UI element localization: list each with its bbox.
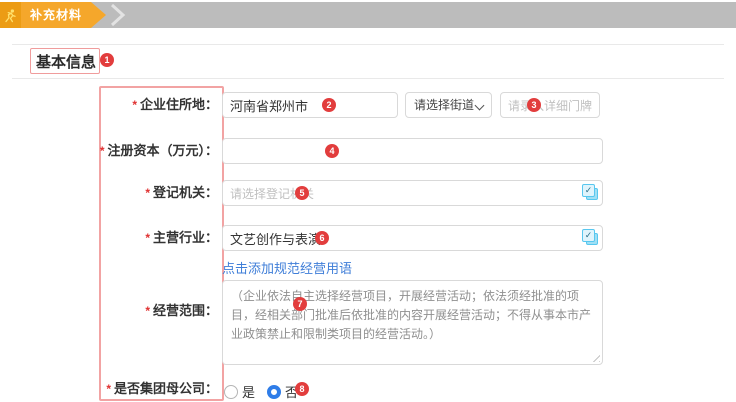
annotation-badge-3: 3 (527, 98, 541, 112)
label-registered-capital: *注册资本（万元）： (100, 138, 218, 164)
address-city-input[interactable] (222, 92, 398, 118)
picker-icon[interactable]: ✓ (582, 229, 599, 246)
annotation-badge-5: 5 (295, 186, 309, 200)
page: 补充材料 基本信息 1 *企业住所地： 2 请选择街道 3 *注册资本（万元）：… (0, 0, 736, 402)
annotation-badge-2: 2 (322, 98, 336, 112)
annotation-badge-7: 7 (293, 297, 307, 311)
chevron-right-icon (0, 2, 736, 28)
address-detail-input[interactable] (500, 92, 600, 118)
business-scope-textarea[interactable]: （企业依法自主选择经营项目，开展经营活动；依法须经批准的项目，经相关部门批准后依… (222, 280, 603, 365)
step-progress-bar: 补充材料 (0, 2, 736, 28)
annotation-badge-1: 1 (100, 53, 114, 67)
radio-yes-label[interactable]: 是 (242, 382, 255, 401)
label-enterprise-address: *企业住所地： (132, 92, 218, 118)
label-registration-authority: *登记机关： (145, 180, 218, 206)
label-business-scope: *经营范围： (145, 298, 218, 324)
radio-no[interactable] (267, 385, 281, 399)
required-asterisk: * (145, 231, 150, 245)
label-group-parent: *是否集团母公司： (106, 376, 218, 402)
registered-capital-input[interactable] (222, 138, 603, 164)
section-title: 基本信息 (36, 51, 96, 72)
required-asterisk: * (132, 98, 137, 112)
annotation-badge-4: 4 (325, 144, 339, 158)
street-select[interactable]: 请选择街道 (405, 92, 492, 118)
label-main-industry: *主营行业： (145, 225, 218, 251)
registration-authority-input[interactable] (222, 180, 603, 206)
radio-yes[interactable] (224, 385, 238, 399)
add-standard-terms-link[interactable]: 点击添加规范经营用语 (222, 258, 352, 277)
section-divider (12, 78, 724, 79)
panel-top-border (12, 44, 724, 45)
required-asterisk: * (100, 144, 105, 158)
picker-icon[interactable]: ✓ (582, 184, 599, 201)
street-select-value: 请选择街道 (414, 98, 474, 112)
required-asterisk: * (145, 186, 150, 200)
main-industry-input[interactable] (222, 225, 603, 251)
annotation-badge-8: 8 (295, 382, 309, 396)
required-asterisk: * (106, 382, 111, 396)
required-asterisk: * (145, 304, 150, 318)
chevron-down-icon (475, 101, 485, 111)
annotation-badge-6: 6 (315, 231, 329, 245)
